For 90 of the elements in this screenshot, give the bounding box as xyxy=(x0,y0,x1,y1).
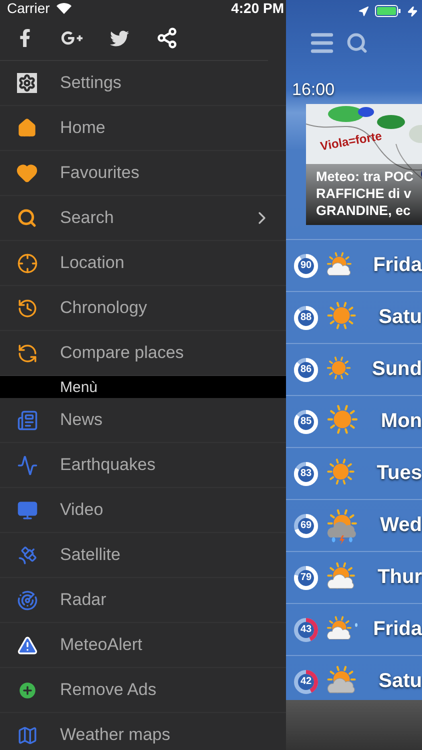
home-icon xyxy=(17,118,37,138)
menu-item-label: News xyxy=(60,410,103,430)
day-name: Sund xyxy=(372,358,422,381)
menu-item-label: Video xyxy=(60,500,104,520)
update-time: 16:00 xyxy=(292,80,336,100)
menu-item-label: Radar xyxy=(60,590,106,610)
wifi-icon xyxy=(56,2,72,14)
day-name: Frida xyxy=(373,254,422,277)
menu-item-label: MeteoAlert xyxy=(60,635,142,655)
forecast-row[interactable]: 88 Satu xyxy=(286,291,422,343)
news-card[interactable]: Viola=forte Meteo: tra POC RAFFICHE di v GRANDINE, ec xyxy=(306,104,422,225)
forecast-row[interactable]: 69 Wed xyxy=(286,499,422,551)
menu-item[interactable]: Video xyxy=(0,488,286,533)
menu-item[interactable]: Remove Ads xyxy=(0,668,286,713)
status-time: 4:20 PM xyxy=(231,0,284,16)
history-icon xyxy=(16,298,38,318)
news-headline: Meteo: tra POC RAFFICHE di v GRANDINE, ec xyxy=(306,164,422,225)
score-ring xyxy=(293,460,319,486)
score-ring xyxy=(293,356,319,382)
battery-icon xyxy=(375,5,401,17)
score-ring xyxy=(293,512,319,538)
score-value: 79 xyxy=(300,572,312,583)
score-value: 83 xyxy=(300,468,312,479)
menu-item[interactable]: Location xyxy=(0,241,286,286)
day-name: Satu xyxy=(378,670,422,693)
day-name: Tues xyxy=(376,462,422,485)
menu-item-label: Chronology xyxy=(60,298,147,318)
menu-item-label: Settings xyxy=(60,73,122,93)
satellite-icon xyxy=(16,544,38,566)
crosshair-icon xyxy=(16,252,38,274)
day-name: Wed xyxy=(380,514,422,537)
menu-item[interactable]: News xyxy=(0,398,286,443)
section-title: Menù xyxy=(60,378,98,396)
menu-item[interactable]: Settings xyxy=(0,61,286,106)
day-name: Satu xyxy=(378,306,422,329)
heart-icon xyxy=(16,162,38,184)
menu-item[interactable]: Search xyxy=(0,196,286,241)
day-name: Thur xyxy=(378,566,422,589)
newspaper-icon xyxy=(16,410,38,430)
location-arrow-icon xyxy=(358,6,369,16)
menu-item[interactable]: Favourites xyxy=(0,151,286,196)
plus-icon xyxy=(16,680,38,700)
score-value: 43 xyxy=(300,624,312,635)
forecast-row[interactable]: 83 Tues xyxy=(286,447,422,499)
score-value: 88 xyxy=(300,312,312,323)
menu-item-label: Satellite xyxy=(60,545,120,565)
radar-icon xyxy=(16,590,38,610)
map-icon xyxy=(16,724,38,746)
forecast-row[interactable]: 86 Sund xyxy=(286,343,422,395)
score-value: 86 xyxy=(300,364,312,375)
menu-item-label: Remove Ads xyxy=(60,680,156,700)
seismograph-icon xyxy=(16,454,38,476)
charging-icon xyxy=(407,6,418,16)
forecast-row[interactable]: 43 Frida xyxy=(286,603,422,655)
menu-item-label: Weather maps xyxy=(60,725,170,745)
menu-item[interactable]: Radar xyxy=(0,578,286,623)
share-icon[interactable] xyxy=(156,27,178,49)
day-name: Mon xyxy=(380,410,422,433)
map-label: Viola=forte xyxy=(319,128,383,154)
menu-item-label: Favourites xyxy=(60,163,140,183)
score-value: 90 xyxy=(300,260,312,271)
menu-item[interactable]: Chronology xyxy=(0,286,286,331)
twitter-icon[interactable] xyxy=(110,28,129,48)
search-icon xyxy=(17,208,37,228)
menu-item-label: Earthquakes xyxy=(60,455,156,475)
score-ring xyxy=(293,616,319,642)
forecast-row[interactable]: 90 Frida xyxy=(286,239,422,291)
score-ring xyxy=(293,564,319,590)
forecast-row[interactable]: 85 Mon xyxy=(286,395,422,447)
refresh-icon xyxy=(16,342,38,364)
menu-item-label: Compare places xyxy=(60,343,184,363)
day-name: Frida xyxy=(373,618,422,641)
menu-item-label: Location xyxy=(60,253,124,273)
score-ring xyxy=(293,252,319,278)
score-value: 85 xyxy=(300,416,312,427)
score-ring xyxy=(293,304,319,330)
monitor-icon xyxy=(16,500,38,520)
carrier-label: Carrier xyxy=(7,0,50,16)
score-value: 69 xyxy=(300,520,312,531)
forecast-row[interactable]: 79 Thur xyxy=(286,551,422,603)
menu-item[interactable]: Home xyxy=(0,106,286,151)
search-icon[interactable] xyxy=(346,32,368,54)
menu-item-label: Home xyxy=(60,118,106,138)
menu-item-label: Search xyxy=(60,208,114,228)
warning-icon xyxy=(16,634,38,656)
settings-icon xyxy=(17,73,37,93)
menu-item[interactable]: MeteoAlert xyxy=(0,623,286,668)
score-ring xyxy=(293,668,319,694)
score-value: 42 xyxy=(300,676,312,687)
score-ring xyxy=(293,408,319,434)
